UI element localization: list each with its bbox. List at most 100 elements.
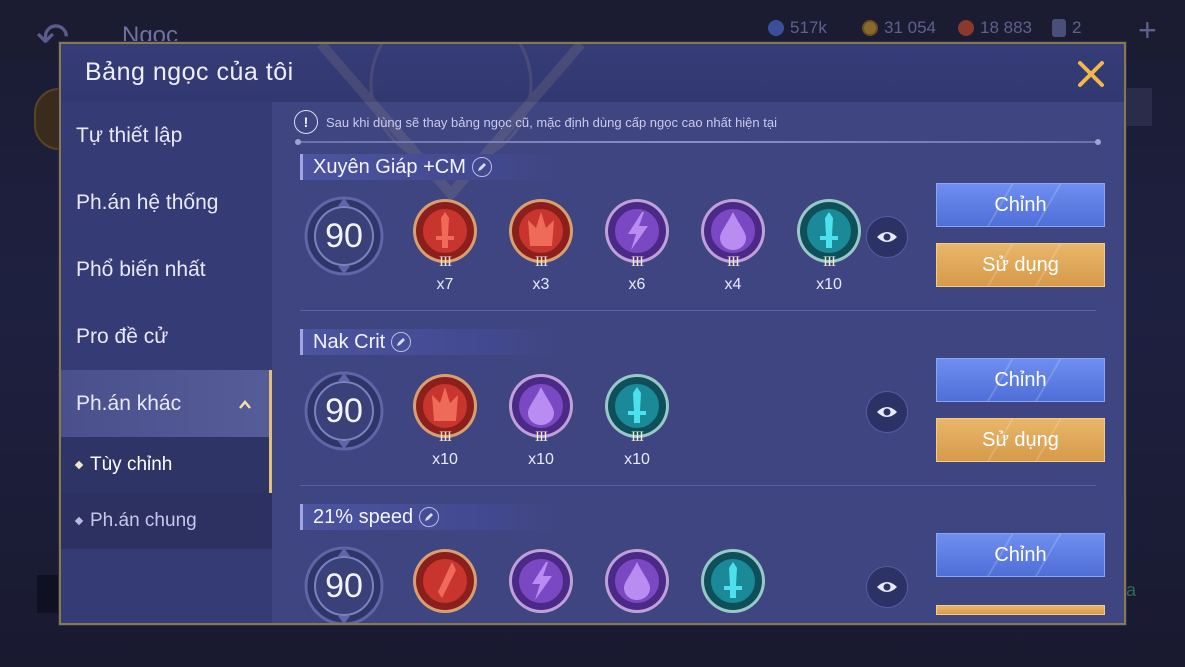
gem-count: x10 xyxy=(432,451,458,468)
sidebar-subitem-shared[interactable]: Ph.án chung xyxy=(61,493,272,549)
rune-gem[interactable]: III x7 xyxy=(412,198,478,293)
sidebar: Tự thiết lập Ph.án hệ thống Phổ biến nhấ… xyxy=(61,102,272,623)
divider xyxy=(295,139,1101,145)
set-name: Nak Crit xyxy=(313,330,386,353)
rune-sets-list[interactable]: ! Sau khi dùng sẽ thay bảng ngọc cũ, mặc… xyxy=(272,102,1124,623)
sidebar-item-label: Ph.án khác xyxy=(76,391,182,415)
notice: ! Sau khi dùng sẽ thay bảng ngọc cũ, mặc… xyxy=(294,110,777,134)
currency-value: 31 054 xyxy=(884,18,936,37)
edit-button[interactable]: Chỉnh xyxy=(936,533,1105,577)
currency-diamonds: 517k xyxy=(768,18,827,38)
rune-gem[interactable] xyxy=(604,548,670,614)
rune-gem[interactable] xyxy=(412,548,478,614)
gold-coin-icon xyxy=(862,20,878,36)
sidebar-subitem-label: Ph.án chung xyxy=(90,510,197,531)
rune-gem[interactable]: III x6 xyxy=(604,198,670,293)
rune-set-card: Nak Crit 90 III x10 III x10 III x10 Chỉn… xyxy=(272,329,1124,504)
rune-gem[interactable]: III x10 xyxy=(796,198,862,293)
eye-icon xyxy=(877,582,897,592)
blade-gem-icon xyxy=(413,549,477,613)
gem-count: x4 xyxy=(724,276,742,293)
rune-gem[interactable] xyxy=(508,548,574,614)
sidebar-item-label: Phổ biến nhất xyxy=(76,257,206,281)
bullet-diamond-icon xyxy=(74,516,84,526)
info-icon: ! xyxy=(294,110,318,134)
notice-text: Sau khi dùng sẽ thay bảng ngọc cũ, mặc đ… xyxy=(326,114,777,130)
set-name: 21% speed xyxy=(313,505,414,528)
rune-page-dialog: Bảng ngọc của tôi Tự thiết lập Ph.án hệ … xyxy=(59,42,1126,625)
gem-tier: III xyxy=(535,254,548,270)
rune-set-card: 21% speed 90 Chỉnh xyxy=(272,504,1124,623)
dialog-title: Bảng ngọc của tôi xyxy=(85,58,294,86)
sidebar-item-label: Pro đề cử xyxy=(76,324,169,348)
sidebar-item-self-setup[interactable]: Tự thiết lập xyxy=(61,102,272,169)
currency-gold: 31 054 xyxy=(862,18,936,38)
gem-tier: III xyxy=(439,429,452,445)
add-currency-button[interactable]: + xyxy=(1138,12,1157,49)
gem-tier: III xyxy=(727,254,740,270)
level-badge: 90 xyxy=(302,544,386,623)
drop-gem-icon xyxy=(605,549,669,613)
sidebar-item-label: Ph.án hệ thống xyxy=(76,190,219,214)
sidebar-item-system-plans[interactable]: Ph.án hệ thống xyxy=(61,169,272,236)
rune-gem[interactable]: III x10 xyxy=(412,373,478,468)
currency-value: 517k xyxy=(790,18,827,37)
gem-count: x3 xyxy=(532,276,550,293)
gem-count: x6 xyxy=(628,276,646,293)
divider xyxy=(300,310,1096,311)
eye-icon xyxy=(877,232,897,242)
pencil-icon[interactable] xyxy=(419,507,440,527)
rune-set-card: Xuyên Giáp +CM 90 III x7 III x3 III x6 III x4 II… xyxy=(272,154,1124,329)
gem-count: x10 xyxy=(816,276,842,293)
diamond-currency-icon xyxy=(768,20,784,36)
bullet-diamond-icon xyxy=(74,460,84,470)
preview-button[interactable] xyxy=(866,391,908,433)
gem-count: x10 xyxy=(624,451,650,468)
rune-gem[interactable]: III x10 xyxy=(604,373,670,468)
sword-gem-icon xyxy=(701,549,765,613)
rune-gem[interactable]: III x4 xyxy=(700,198,766,293)
edit-button[interactable]: Chỉnh xyxy=(936,358,1105,402)
currency-red-gems: 18 883 xyxy=(958,18,1032,38)
use-button[interactable] xyxy=(936,605,1105,615)
level-badge: 90 xyxy=(302,194,386,278)
sidebar-subitem-label: Tùy chỉnh xyxy=(90,454,173,475)
currency-value: 2 xyxy=(1072,18,1082,37)
preview-button[interactable] xyxy=(866,566,908,608)
set-name-bar: Nak Crit xyxy=(300,329,560,355)
sidebar-item-most-popular[interactable]: Phổ biến nhất xyxy=(61,236,272,303)
set-name: Xuyên Giáp +CM xyxy=(313,155,466,178)
background-side-text: a xyxy=(1126,580,1137,600)
use-button[interactable]: Sử dụng xyxy=(936,243,1105,287)
gem-tier: III xyxy=(535,429,548,445)
set-name-bar: Xuyên Giáp +CM xyxy=(300,154,560,180)
red-gem-currency-icon xyxy=(958,20,974,36)
card-icon xyxy=(1052,19,1066,37)
pencil-icon[interactable] xyxy=(471,157,492,177)
divider xyxy=(300,485,1096,486)
level-number: 90 xyxy=(325,391,363,430)
sidebar-subitem-custom[interactable]: Tùy chỉnh xyxy=(61,437,272,493)
gem-tier: III xyxy=(439,254,452,270)
sidebar-item-pro-recommended[interactable]: Pro đề cử xyxy=(61,303,272,370)
close-icon xyxy=(1078,61,1104,87)
chevron-up-icon xyxy=(239,400,251,409)
currency-value: 18 883 xyxy=(980,18,1032,37)
rune-gem[interactable] xyxy=(700,548,766,614)
preview-button[interactable] xyxy=(866,216,908,258)
rune-gem[interactable]: III x3 xyxy=(508,198,574,293)
use-button[interactable]: Sử dụng xyxy=(936,418,1105,462)
background-strip xyxy=(37,575,61,613)
background-side-button xyxy=(1124,88,1152,126)
lightning-gem-icon xyxy=(509,549,573,613)
button-shine xyxy=(976,184,1068,226)
set-name-bar: 21% speed xyxy=(300,504,560,530)
rune-gem[interactable]: III x10 xyxy=(508,373,574,468)
close-button[interactable] xyxy=(1071,54,1111,94)
level-badge: 90 xyxy=(302,369,386,453)
pencil-icon[interactable] xyxy=(391,332,412,352)
button-shine xyxy=(976,359,1068,401)
edit-button[interactable]: Chỉnh xyxy=(936,183,1105,227)
sidebar-item-other-plans[interactable]: Ph.án khác xyxy=(61,370,272,437)
level-number: 90 xyxy=(325,216,363,255)
